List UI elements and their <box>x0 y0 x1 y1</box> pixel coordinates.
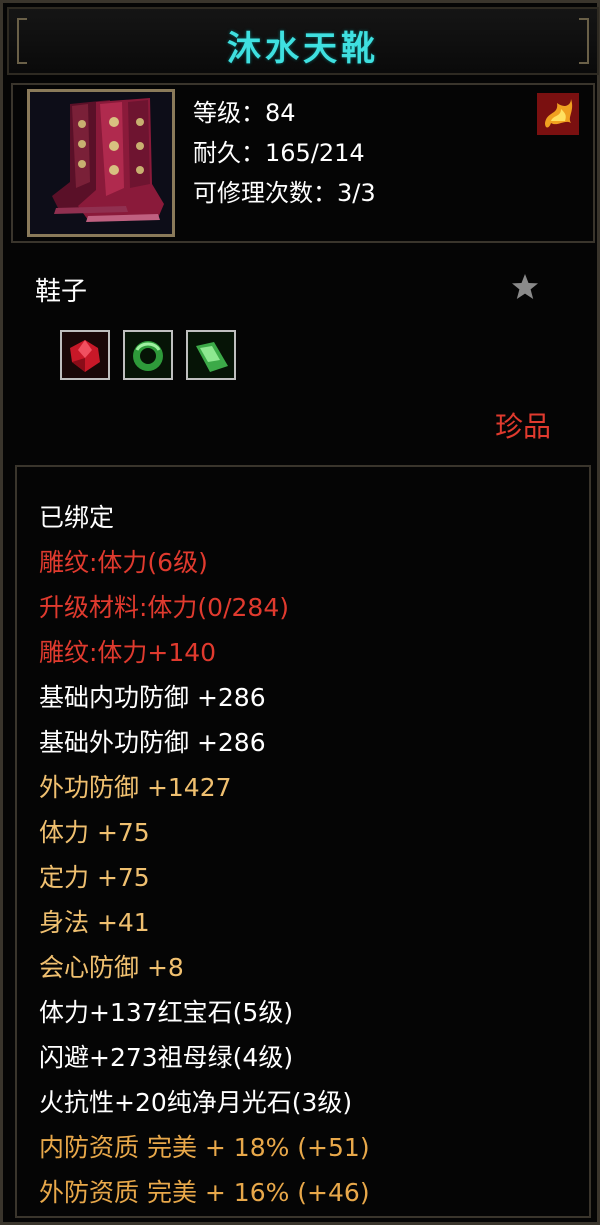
attribute-line: 雕纹:体力+140 <box>39 638 217 667</box>
item-name: 沐水天靴 <box>227 29 379 69</box>
item-summary-panel: 等级：84 耐久：165/214 可修理次数：3/3 <box>11 83 595 243</box>
attribute-line: 体力 +75 <box>39 818 150 847</box>
attribute-line: 身法 +41 <box>39 908 150 937</box>
attribute-line: 内防资质 完美 + 18% (+51) <box>39 1133 370 1162</box>
attribute-line: 雕纹:体力(6级) <box>39 548 208 577</box>
emerald-ring-gem-icon[interactable] <box>123 330 173 380</box>
attribute-line: 基础内功防御 +286 <box>39 683 266 712</box>
attribute-line: 已绑定 <box>39 503 115 532</box>
item-stats: 等级：84 耐久：165/214 可修理次数：3/3 <box>193 93 376 213</box>
quality-label: 珍品 <box>494 410 551 443</box>
boots-icon <box>27 89 175 237</box>
attribute-line: 升级材料:体力(0/284) <box>39 593 289 622</box>
repair-count-stat: 可修理次数：3/3 <box>193 179 376 207</box>
attribute-line: 闪避+273祖母绿(4级) <box>39 1043 294 1072</box>
attribute-line: 基础外功防御 +286 <box>39 728 266 757</box>
star-icon[interactable] <box>509 271 541 303</box>
attribute-line: 外功防御 +1427 <box>39 773 232 802</box>
level-stat: 等级：84 <box>193 99 296 127</box>
fire-element-icon <box>537 93 579 135</box>
attribute-line: 体力+137红宝石(5级) <box>39 998 294 1027</box>
attribute-line: 定力 +75 <box>39 863 150 892</box>
moonstone-gem-icon[interactable] <box>186 330 236 380</box>
attribute-line: 火抗性+20纯净月光石(3级) <box>39 1088 353 1117</box>
durability-stat: 耐久：165/214 <box>193 139 365 167</box>
attribute-line: 外防资质 完美 + 16% (+46) <box>39 1178 370 1207</box>
attributes-panel: 已绑定 雕纹:体力(6级) 升级材料:体力(0/284) 雕纹:体力+140 基… <box>15 465 591 1218</box>
title-bar: 沐水天靴 <box>7 7 599 75</box>
item-type: 鞋子 <box>35 277 88 307</box>
attributes-list: 已绑定 雕纹:体力(6级) 升级材料:体力(0/284) 雕纹:体力+140 基… <box>39 495 370 1215</box>
item-tooltip: 沐水天靴 等级：84 耐久：165/214 可修理次数：3/3 鞋子 珍品 已绑… <box>0 0 600 1225</box>
ruby-gem-icon[interactable] <box>60 330 110 380</box>
attribute-line: 会心防御 +8 <box>39 953 184 982</box>
